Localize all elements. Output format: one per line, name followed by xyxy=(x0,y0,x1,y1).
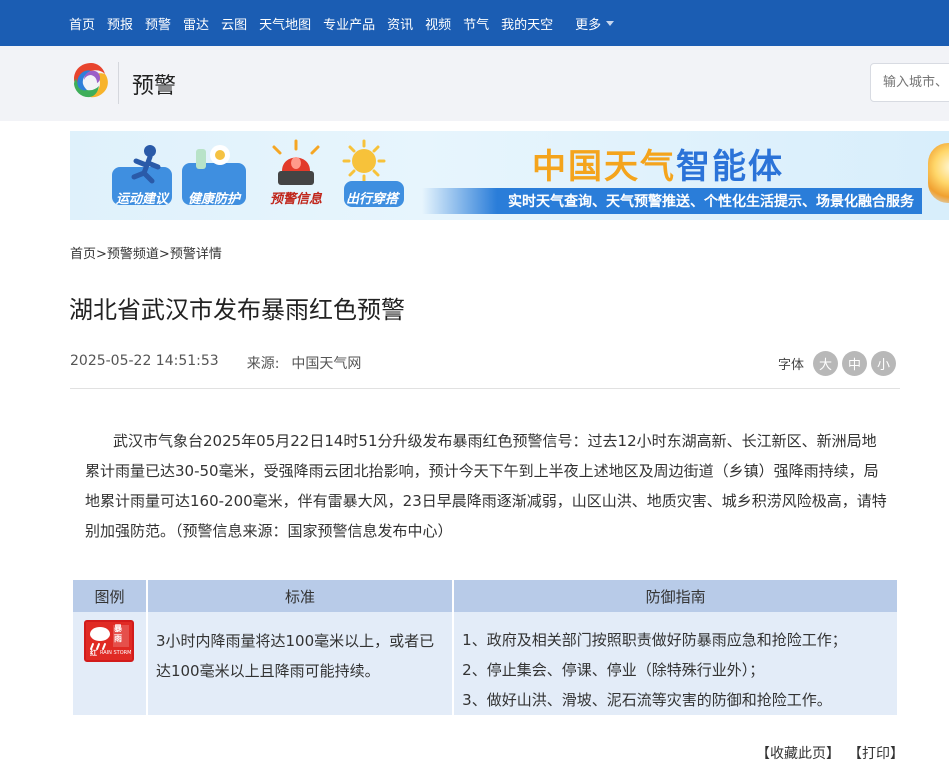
font-size-control: 字体 大 中 小 xyxy=(778,351,897,376)
site-logo[interactable] xyxy=(69,59,113,103)
nav-item-weather-map[interactable]: 天气地图 xyxy=(259,14,311,33)
nav-item-warning[interactable]: 预警 xyxy=(145,14,171,33)
table-header-row: 图例 标准 防御指南 xyxy=(73,580,897,612)
promo-banner[interactable]: 运动建议 健康防护 预警信息 出行穿搭 中国天气智能体 实时天气查询、天气预警推… xyxy=(70,131,949,220)
banner-subtitle: 实时天气查询、天气预警推送、个性化生活提示、场景化融合服务 xyxy=(422,188,922,214)
font-size-label: 字体 xyxy=(778,358,805,373)
banner-card-travel-label: 出行穿搭 xyxy=(345,192,398,207)
article-meta: 2025-05-22 14:51:53 来源: 中国天气网 xyxy=(70,353,361,373)
nav-more-dropdown[interactable]: 更多 xyxy=(575,14,615,33)
table-row: 暴雨 红 RAIN STORM 3小时内降雨量将达100毫米以上，或者已达100… xyxy=(73,612,897,715)
banner-card-sport: 运动建议 xyxy=(106,137,178,211)
banner-title-a: 中国天气 xyxy=(532,147,676,187)
breadcrumb-home[interactable]: 首页 xyxy=(70,243,96,262)
guide-cell: 1、政府及相关部门按照职责做好防暴雨应急和抢险工作； 2、停止集会、停课、停业（… xyxy=(454,612,897,715)
legend-cell: 暴雨 红 RAIN STORM xyxy=(73,612,146,715)
nav-item-cloud[interactable]: 云图 xyxy=(221,14,247,33)
standard-cell: 3小时内降雨量将达100毫米以上，或者已达100毫米以上且降雨可能持续。 xyxy=(147,612,453,715)
source-label: 来源: xyxy=(246,356,280,372)
col-header-guide: 防御指南 xyxy=(454,580,897,612)
bookmark-link[interactable]: 【收藏此页】 xyxy=(756,743,840,763)
nav-item-forecast[interactable]: 预报 xyxy=(107,14,133,33)
banner-sun-orb-icon xyxy=(928,143,949,203)
meta-divider xyxy=(70,388,900,389)
print-link[interactable]: 【打印】 xyxy=(848,743,904,763)
banner-card-sport-label: 运动建议 xyxy=(115,192,168,207)
nav-more-label: 更多 xyxy=(575,17,602,33)
nav-item-home[interactable]: 首页 xyxy=(69,14,95,33)
rainstorm-icon-level: 红 xyxy=(90,649,97,657)
breadcrumb-warning-detail[interactable]: >预警详情 xyxy=(159,243,222,262)
city-search-input[interactable] xyxy=(870,63,949,102)
caret-down-icon xyxy=(606,20,615,26)
top-nav: 首页 预报 预警 雷达 云图 天气地图 专业产品 资讯 视频 节气 我的天空 更… xyxy=(0,0,949,46)
publish-datetime: 2025-05-22 14:51:53 xyxy=(70,353,219,369)
top-nav-items: 首页 预报 预警 雷达 云图 天气地图 专业产品 资讯 视频 节气 我的天空 更… xyxy=(69,0,615,46)
font-size-small-button[interactable]: 小 xyxy=(871,351,897,376)
nav-item-pro-products[interactable]: 专业产品 xyxy=(323,14,375,33)
col-header-legend: 图例 xyxy=(73,580,146,612)
font-size-medium-button[interactable]: 中 xyxy=(842,351,868,376)
guide-item: 3、做好山洪、滑坡、泥石流等灾害的防御和抢险工作。 xyxy=(462,691,832,709)
banner-title-b: 智能体 xyxy=(676,147,784,187)
col-header-standard: 标准 xyxy=(147,580,453,612)
section-name: 预警 xyxy=(132,74,177,99)
breadcrumb: 首页 >预警频道 >预警详情 xyxy=(70,243,222,262)
rainstorm-icon-en: RAIN STORM xyxy=(100,650,132,656)
banner-card-travel: 出行穿搭 xyxy=(336,137,408,211)
rainstorm-red-warning-icon: 暴雨 红 RAIN STORM xyxy=(84,620,134,662)
breadcrumb-warning-channel[interactable]: >预警频道 xyxy=(96,243,159,262)
page-title: 湖北省武汉市发布暴雨红色预警 xyxy=(69,296,405,324)
banner-card-health: 健康防护 xyxy=(178,137,250,211)
nav-item-news[interactable]: 资讯 xyxy=(387,14,413,33)
banner-card-warning: 预警信息 xyxy=(260,137,332,211)
nav-item-my-sky[interactable]: 我的天空 xyxy=(501,14,553,33)
rainstorm-icon-cn: 暴雨 xyxy=(114,624,122,643)
site-header: 预警 xyxy=(0,46,949,121)
guide-item: 2、停止集会、停课、停业（除特殊行业外）； xyxy=(462,661,765,679)
guide-item: 1、政府及相关部门按照职责做好防暴雨应急和抢险工作； xyxy=(462,631,847,649)
article-body: 武汉市气象台2025年05月22日14时51分升级发布暴雨红色预警信号：过去12… xyxy=(85,432,887,540)
nav-item-radar[interactable]: 雷达 xyxy=(183,14,209,33)
nav-item-solar-terms[interactable]: 节气 xyxy=(463,14,489,33)
font-size-large-button[interactable]: 大 xyxy=(813,351,839,376)
banner-card-warning-label: 预警信息 xyxy=(269,192,322,207)
nav-item-video[interactable]: 视频 xyxy=(425,14,451,33)
article-footer-links: 【收藏此页】 【打印】 xyxy=(756,743,912,763)
warning-guide-table: 图例 标准 防御指南 暴雨 红 RAIN STORM 3小时内降雨量将达100毫… xyxy=(71,580,899,715)
banner-title: 中国天气智能体 xyxy=(532,139,784,188)
banner-card-health-label: 健康防护 xyxy=(187,192,240,207)
logo-divider xyxy=(118,62,119,104)
source-value: 中国天气网 xyxy=(291,356,362,372)
